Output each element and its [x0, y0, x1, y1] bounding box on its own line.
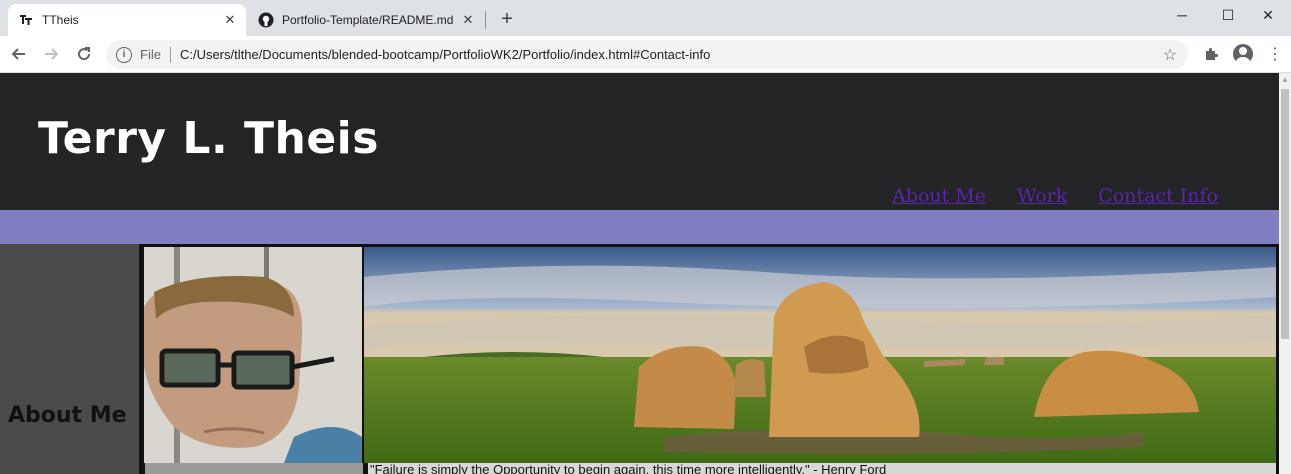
omnibox-divider [169, 46, 171, 63]
scroll-up-arrow-icon[interactable]: ▲ [1281, 75, 1289, 85]
tt-logo-icon [18, 12, 34, 28]
github-icon [258, 12, 274, 28]
stone-circle-banner-image [364, 247, 1276, 463]
site-title: Terry L. Theis [38, 113, 379, 164]
tab-ttheis[interactable]: TTheis ✕ [8, 4, 246, 36]
header-accent-band [0, 210, 1279, 244]
nav-link-work[interactable]: Work [1017, 185, 1067, 207]
tab-strip: TTheis ✕ Portfolio-Template/README.md ✕ … [0, 0, 1291, 36]
site-header: Terry L. Theis About Me Work Contact Inf… [0, 73, 1279, 210]
scrollbar-thumb[interactable] [1281, 89, 1289, 339]
new-tab-button[interactable]: + [496, 8, 518, 30]
close-window-button[interactable]: ✕ [1245, 0, 1291, 30]
scheme-label: File [140, 47, 161, 62]
vertical-scrollbar[interactable]: ▲ [1279, 73, 1291, 474]
profile-avatar-icon[interactable] [1233, 44, 1253, 64]
close-tab-icon[interactable]: ✕ [460, 12, 476, 28]
forward-arrow-icon[interactable] [39, 42, 63, 66]
browser-toolbar: i File C:/Users/tlthe/Documents/blended-… [0, 36, 1291, 73]
url-text[interactable]: C:/Users/tlthe/Documents/blended-bootcam… [180, 47, 1160, 62]
nav-link-contact-info[interactable]: Contact Info [1098, 185, 1218, 207]
tab-title: TTheis [42, 13, 79, 27]
hero-image-frame [139, 244, 1279, 474]
photo-caption-strip [145, 463, 363, 474]
site-nav: About Me Work Contact Info [892, 185, 1218, 207]
close-tab-icon[interactable]: ✕ [222, 12, 238, 28]
quote-text: "Failure is simply the Opportunity to be… [368, 463, 1276, 474]
reload-icon[interactable] [72, 42, 96, 66]
info-icon[interactable]: i [116, 46, 132, 63]
tab-title: Portfolio-Template/README.md [282, 13, 454, 27]
extensions-puzzle-icon[interactable] [1201, 44, 1221, 64]
tab-divider [485, 11, 486, 29]
bookmark-star-icon[interactable]: ☆ [1160, 45, 1180, 65]
tab-readme[interactable]: Portfolio-Template/README.md ✕ [248, 4, 484, 36]
address-bar[interactable]: i File C:/Users/tlthe/Documents/blended-… [106, 40, 1188, 69]
page-viewport: Terry L. Theis About Me Work Contact Inf… [0, 73, 1279, 474]
nav-link-about-me[interactable]: About Me [892, 185, 986, 207]
back-arrow-icon[interactable] [7, 42, 31, 66]
profile-photo [144, 247, 362, 463]
browser-chrome: TTheis ✕ Portfolio-Template/README.md ✕ … [0, 0, 1291, 73]
sidebar-column [0, 244, 139, 474]
about-me-heading: About Me [8, 403, 127, 428]
minimize-button[interactable]: ─ [1159, 0, 1205, 30]
menu-kebab-icon[interactable]: ⋮ [1265, 44, 1285, 64]
